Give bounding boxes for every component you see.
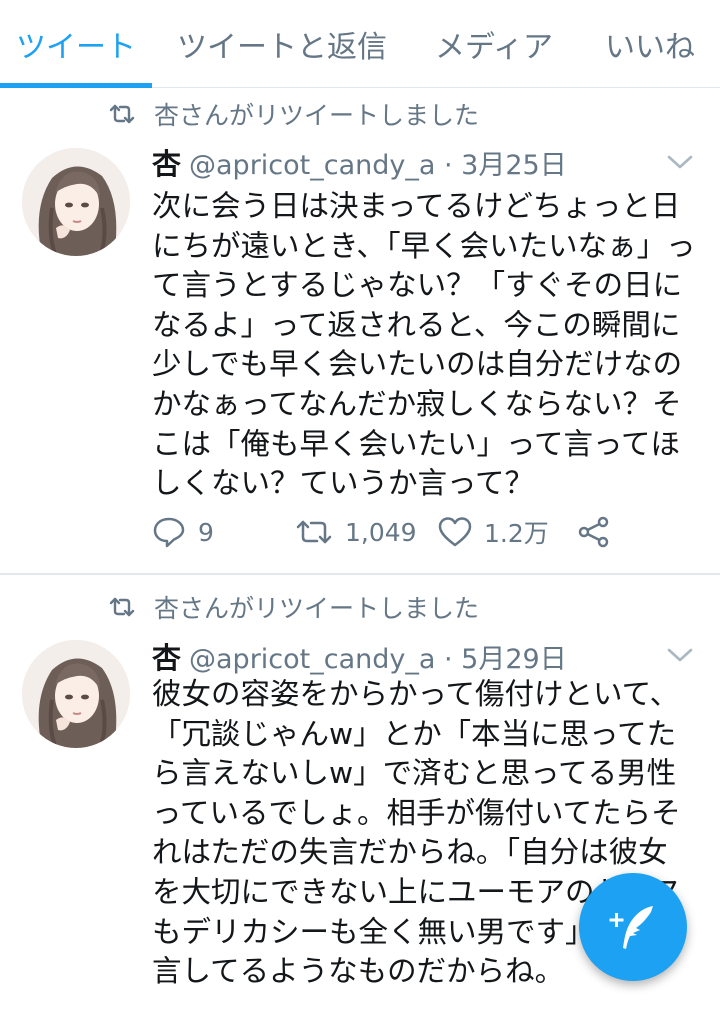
chevron-down-icon[interactable] [666,645,694,665]
profile-tabs: ツイート ツイートと返信 メディア いいね [0,0,720,88]
reply-button[interactable]: 9 [152,510,214,554]
like-count: 1.2万 [484,519,549,548]
display-name[interactable]: 杏 [152,141,181,183]
reply-icon [153,517,185,548]
tweet-header: 杏 @apricot_candy_a · 3月25日 [152,142,567,182]
retweet-button[interactable]: 1,049 [295,510,417,554]
tweet-text: 次に会う日は決まってるけどちょっと日にちが遠いとき、「早く会いたいなぁ」って言う… [152,189,696,501]
share-button[interactable] [578,510,622,554]
compose-icon [609,906,653,949]
compose-tweet-button[interactable] [579,873,687,981]
handle-and-date[interactable]: @apricot_candy_a · 5月29日 [189,637,567,676]
share-icon [578,516,609,548]
retweet-label: 杏さんがリツイートしました [154,101,480,130]
retweet-icon [296,520,332,544]
retweet-icon [108,102,136,126]
like-button[interactable]: 1.2万 [438,510,549,554]
tweet-header: 杏 @apricot_candy_a · 5月29日 [152,636,567,676]
retweet-indicator: 杏さんがリツイートしました [108,589,479,625]
retweet-label: 杏さんがリツイートしました [154,594,480,623]
avatar[interactable] [22,148,130,256]
tab-tweets-and-replies[interactable]: ツイートと返信 [160,0,404,88]
retweet-count: 1,049 [345,517,417,547]
retweet-indicator: 杏さんがリツイートしました [108,96,479,132]
retweet-icon [108,595,136,619]
chevron-down-icon[interactable] [666,152,694,172]
tab-likes[interactable]: いいね [590,0,710,88]
avatar[interactable] [22,640,130,748]
handle-and-date[interactable]: @apricot_candy_a · 3月25日 [189,143,567,182]
heart-icon [438,517,472,547]
active-tab-indicator [0,83,152,88]
tweet-actions: 9 1,049 1.2万 [152,510,632,554]
tab-media[interactable]: メディア [420,0,568,88]
display-name[interactable]: 杏 [152,635,181,677]
reply-count: 9 [198,517,214,547]
tweet-divider [0,573,720,575]
tab-tweets[interactable]: ツイート [0,0,152,88]
